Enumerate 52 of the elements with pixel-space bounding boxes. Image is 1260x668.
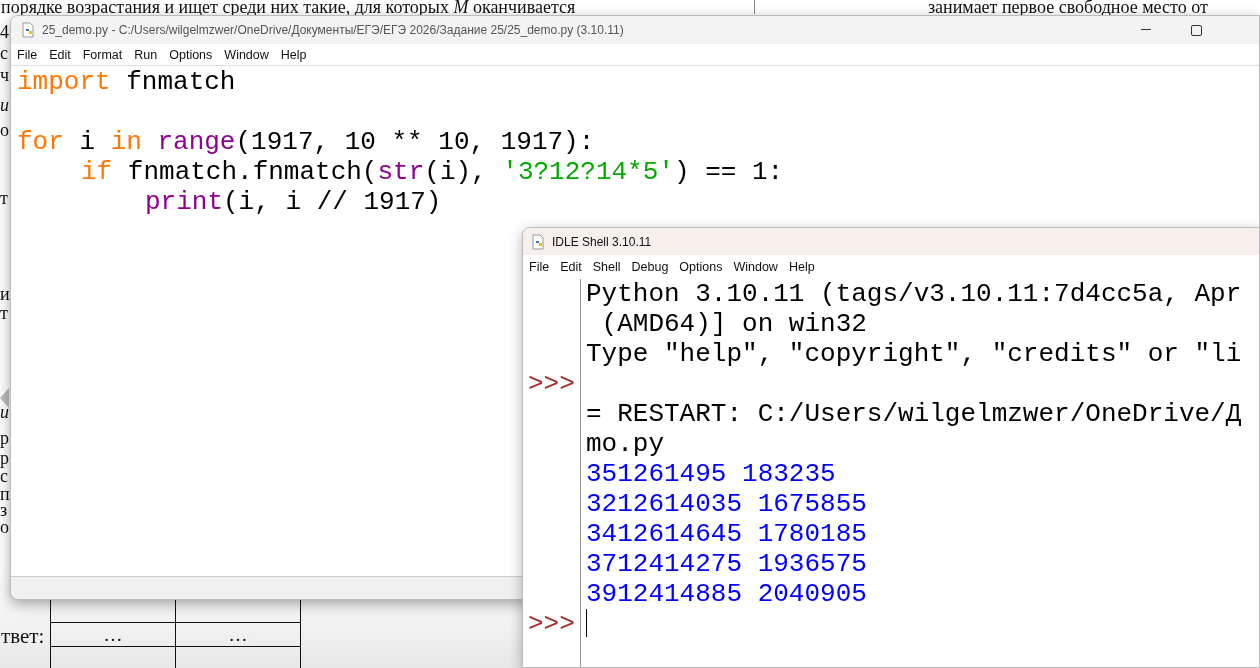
menu-item[interactable]: Edit	[560, 259, 582, 274]
text-fragment: ч	[0, 65, 10, 86]
maximize-icon	[1191, 24, 1202, 36]
answer-label: твет:	[1, 624, 45, 649]
code-line: for i in range(1917, 10 ** 10, 1917):	[17, 126, 595, 157]
code-line: print(i, i // 1917)	[144, 187, 442, 217]
text-fragment: и	[0, 95, 9, 116]
document-text: занимает первое свободное место от	[928, 0, 1208, 14]
console-line: Type "help", "copyright", "credits" or "li	[586, 339, 1242, 369]
menu-item[interactable]: Help	[280, 47, 307, 62]
output-line: 3212614035 1675855	[586, 489, 867, 519]
text-fragment: о	[0, 120, 9, 141]
console-line: = RESTART: C:/Users/wilgelmzwer/OneDrive/Д	[586, 399, 1242, 429]
menu-item[interactable]: Format	[82, 47, 123, 62]
minimize-icon	[1140, 29, 1151, 31]
text-fragment: 4	[0, 22, 9, 43]
text-fragment: т	[0, 188, 8, 209]
console-line: Python 3.10.11 (tags/v3.10.11:7d4cc5a, Apr	[586, 279, 1242, 309]
table-cell: …	[175, 622, 301, 647]
menu-item[interactable]: Debug	[631, 259, 669, 274]
python-file-icon	[20, 22, 36, 38]
menu-item[interactable]: Options	[169, 47, 213, 62]
text-fragment: и	[0, 284, 10, 305]
python-file-icon	[530, 233, 546, 250]
console-line: mo.py	[586, 429, 664, 459]
text-fragment: р	[0, 428, 9, 449]
window-title: 25_demo.py - C:/Users/wilgelmzwer/OneDrive/Документы/ЕГЭ/ЕГЭ 2026/Задание 25/25_demo.py (3.10.11)	[42, 23, 624, 37]
text-fragment: и	[0, 402, 9, 423]
console-line: (AMD64)] on win32	[600, 309, 867, 339]
menu-item[interactable]: File	[529, 259, 550, 274]
text-fragment: р	[0, 448, 9, 469]
menu-item[interactable]: Window	[733, 259, 778, 274]
menu-item[interactable]: Options	[679, 259, 723, 274]
text-fragment: с	[0, 43, 8, 64]
output-line: 351261495 183235	[586, 459, 836, 489]
menu-item[interactable]: Edit	[49, 47, 71, 62]
prompt-text: >>>	[527, 609, 575, 639]
document-text: порядке возрастания и ищет среди них такие, для которых M оканчивается	[1, 0, 576, 15]
window-title: IDLE Shell 3.10.11	[552, 234, 652, 249]
menu-item[interactable]: Help	[788, 259, 815, 274]
menu-item[interactable]: Shell	[592, 259, 621, 274]
menu-item[interactable]: File	[17, 47, 38, 62]
prompt-text: >>>	[527, 369, 575, 399]
menu-item[interactable]: Window	[224, 47, 269, 62]
text-fragment: т	[0, 303, 8, 324]
output-line: 3712414275 1936575	[586, 549, 867, 579]
output-line: 3912414885 2040905	[586, 579, 867, 609]
output-line: 3412614645 1780185	[586, 519, 867, 549]
table-cell: …	[50, 622, 176, 647]
menu-item[interactable]: Run	[134, 47, 158, 62]
code-line: if fnmatch.fnmatch(str(i), '3?12?14*5') == 1:	[80, 157, 784, 187]
code-line: import fnmatch	[17, 67, 236, 97]
